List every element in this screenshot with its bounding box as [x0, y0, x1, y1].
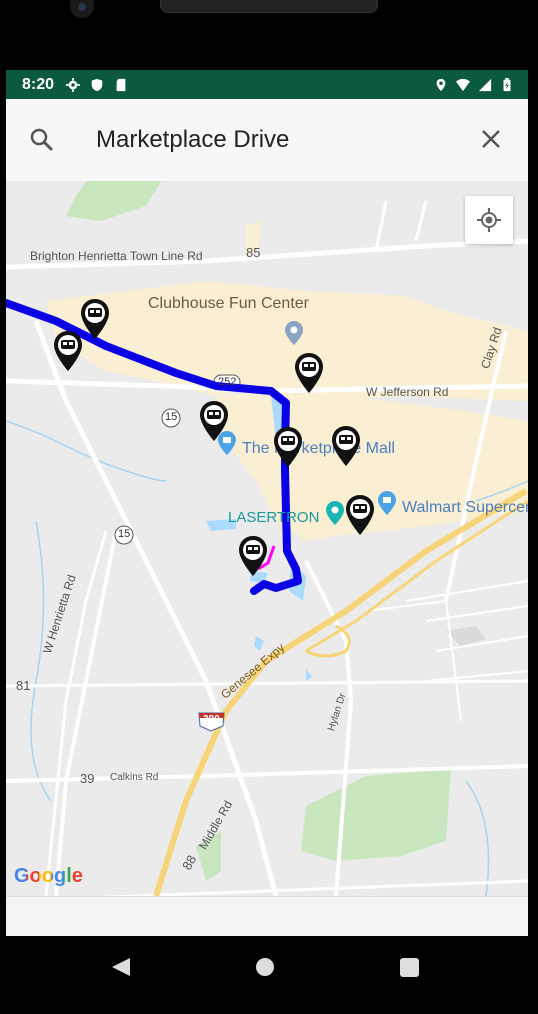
front-camera: [70, 0, 94, 18]
bus-stop-pin-icon[interactable]: [199, 401, 229, 441]
app-screen: 8:20 Marketplace Drive Brighton Henriett…: [6, 70, 528, 936]
shield-icon: [91, 78, 103, 91]
poi-label-lasertron[interactable]: LASERTRON: [228, 509, 319, 526]
route-shield-label: 15: [165, 411, 178, 423]
map-view[interactable]: Brighton Henrietta Town Line Rd 85 W Jef…: [6, 181, 528, 896]
bus-stop-pin-icon[interactable]: [345, 495, 375, 535]
signal-icon: [478, 78, 492, 91]
road-label: Brighton Henrietta Town Line Rd: [30, 249, 203, 263]
route-shield-label: 15: [118, 528, 131, 540]
place-pin-icon[interactable]: [285, 321, 303, 345]
route-shield-label: 252: [218, 376, 237, 388]
device-bezel-top: [0, 0, 538, 70]
road-label: Calkins Rd: [110, 772, 159, 783]
back-triangle-icon[interactable]: [110, 956, 132, 978]
search-input[interactable]: Marketplace Drive: [96, 126, 289, 154]
crosshair-icon: [477, 208, 501, 232]
recents-square-icon[interactable]: [400, 958, 419, 977]
wifi-icon: [456, 78, 470, 91]
bus-stop-pin-icon[interactable]: [80, 299, 110, 339]
my-location-button[interactable]: [465, 196, 513, 244]
earpiece-speaker: [160, 0, 378, 13]
shopping-pin-icon[interactable]: [378, 491, 396, 515]
bottom-sheet[interactable]: [6, 896, 528, 936]
home-circle-icon[interactable]: [256, 958, 274, 976]
search-icon[interactable]: [28, 126, 56, 154]
search-bar[interactable]: Marketplace Drive: [6, 99, 528, 181]
sd-card-icon: [116, 78, 126, 91]
google-attribution: Google: [14, 865, 83, 887]
battery-icon: [503, 77, 511, 91]
gear-icon: [66, 77, 81, 92]
poi-label-clubhouse[interactable]: Clubhouse Fun Center: [148, 295, 309, 313]
bus-stop-pin-icon[interactable]: [238, 536, 268, 576]
status-time: 8:20: [22, 75, 55, 93]
route-shield-label: 390: [203, 714, 220, 725]
close-icon[interactable]: [478, 126, 504, 152]
location-icon: [436, 78, 446, 91]
bus-stop-pin-icon[interactable]: [273, 427, 303, 467]
google-logo: Google: [14, 865, 83, 888]
road-label: W Jefferson Rd: [366, 385, 449, 399]
road-label: 85: [246, 245, 261, 260]
system-nav-bar: [0, 936, 538, 1014]
bus-stop-pin-icon[interactable]: [294, 353, 324, 393]
road-label: 39: [80, 771, 95, 786]
bus-stop-pin-icon[interactable]: [331, 426, 361, 466]
road-label: 81: [16, 678, 31, 693]
bus-stop-pin-icon[interactable]: [53, 331, 83, 371]
status-bar: 8:20: [6, 70, 528, 99]
poi-label-mall[interactable]: The Marketplace Mall: [242, 440, 395, 458]
entertainment-pin-icon[interactable]: [326, 501, 344, 525]
poi-label-walmart[interactable]: Walmart Supercenter: [402, 499, 528, 517]
